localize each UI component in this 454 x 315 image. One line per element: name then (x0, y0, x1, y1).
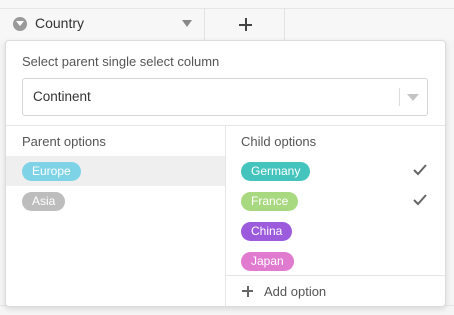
column-header-country[interactable]: Country (0, 8, 205, 40)
child-option-germany[interactable]: Germany (226, 156, 445, 186)
column-name: Country (35, 15, 85, 31)
caret-down-icon[interactable] (407, 94, 419, 101)
child-option-japan[interactable]: Japan (226, 246, 445, 276)
table-header: Country (0, 0, 454, 40)
child-option-china[interactable]: China (226, 216, 445, 246)
option-tag: Japan (241, 252, 294, 271)
add-option-label: Add option (264, 284, 327, 299)
check-icon (413, 164, 427, 176)
single-select-icon (13, 17, 27, 31)
check-icon (413, 194, 427, 206)
caret-down-icon[interactable] (182, 20, 192, 27)
parent-column-select[interactable]: Continent (22, 78, 428, 116)
select-value: Continent (33, 89, 91, 104)
child-options-label: Child options (241, 134, 317, 149)
option-tag: Asia (22, 192, 66, 211)
add-option-button[interactable]: Add option (226, 276, 445, 306)
option-tag: China (241, 222, 293, 241)
cascade-options-popover: Select parent single select column Conti… (5, 40, 446, 307)
option-tag: Europe (22, 162, 81, 181)
parent-option-europe[interactable]: Europe (6, 156, 225, 186)
parent-option-asia[interactable]: Asia (6, 186, 225, 216)
child-option-france[interactable]: France (226, 186, 445, 216)
option-tag: Germany (241, 162, 311, 181)
popover-title: Select parent single select column (22, 54, 220, 69)
parent-options-label: Parent options (22, 134, 106, 149)
add-column-button[interactable] (205, 8, 285, 40)
select-separator (399, 88, 400, 106)
option-tag: France (241, 192, 299, 211)
